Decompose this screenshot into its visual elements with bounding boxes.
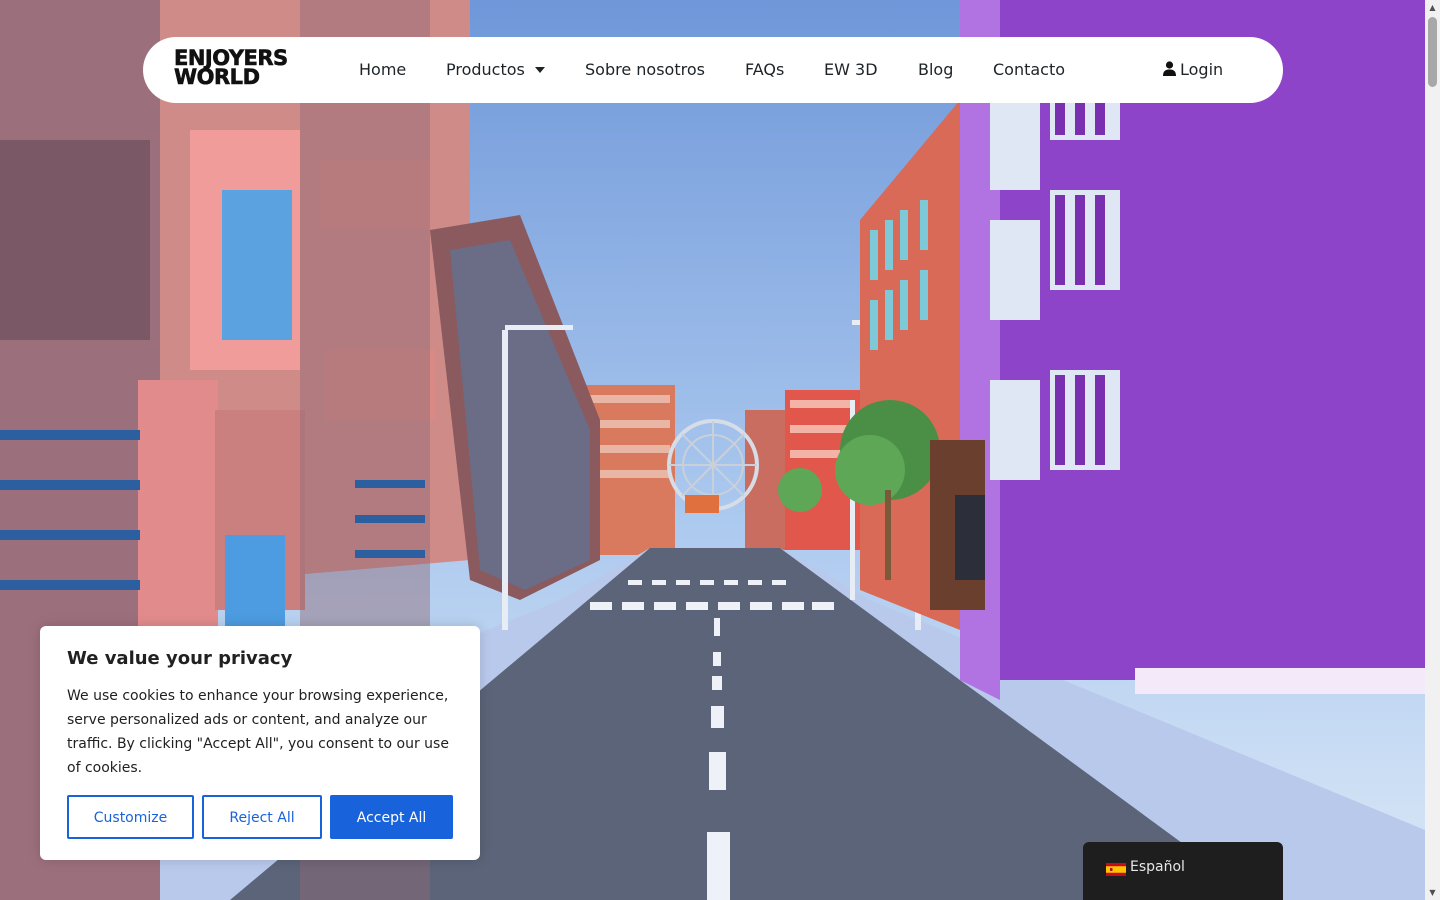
- cookie-description: We use cookies to enhance your browsing …: [67, 688, 449, 776]
- language-label: Español: [1130, 859, 1185, 875]
- vertical-scrollbar[interactable]: ▲ ▼: [1425, 0, 1440, 900]
- nav-item-sobre-nosotros[interactable]: Sobre nosotros: [585, 37, 705, 103]
- nav-item-productos[interactable]: Productos: [446, 37, 545, 103]
- nav-item-faqs[interactable]: FAQs: [745, 37, 784, 103]
- reject-all-button[interactable]: Reject All: [202, 795, 322, 839]
- nav-item-contacto[interactable]: Contacto: [993, 37, 1065, 103]
- scroll-up-arrow-icon[interactable]: ▲: [1425, 0, 1440, 15]
- caret-down-icon: [534, 66, 545, 73]
- main-navbar: ENJOYERS WORLD Home Productos Sobre noso…: [143, 37, 1283, 103]
- login-label: Login: [1180, 60, 1224, 79]
- cookie-consent-banner: We value your privacy We use cookies to …: [40, 626, 480, 860]
- logo-line-2: WORLD: [174, 65, 261, 89]
- customize-button[interactable]: Customize: [67, 795, 194, 839]
- nav-item-productos-label: Productos: [446, 60, 525, 79]
- login-link[interactable]: Login: [1163, 37, 1223, 103]
- cookie-title: We value your privacy: [67, 648, 293, 669]
- nav-item-blog[interactable]: Blog: [918, 37, 953, 103]
- spain-flag-icon: [1106, 863, 1126, 876]
- user-icon: [1163, 61, 1176, 76]
- scrollbar-thumb[interactable]: [1428, 17, 1437, 87]
- nav-item-home[interactable]: Home: [359, 37, 406, 103]
- site-logo[interactable]: ENJOYERS WORLD: [174, 47, 296, 89]
- accept-all-button[interactable]: Accept All: [330, 795, 453, 839]
- language-switcher[interactable]: Español: [1083, 842, 1283, 900]
- nav-item-ew-3d[interactable]: EW 3D: [824, 37, 878, 103]
- scroll-down-arrow-icon[interactable]: ▼: [1425, 885, 1440, 900]
